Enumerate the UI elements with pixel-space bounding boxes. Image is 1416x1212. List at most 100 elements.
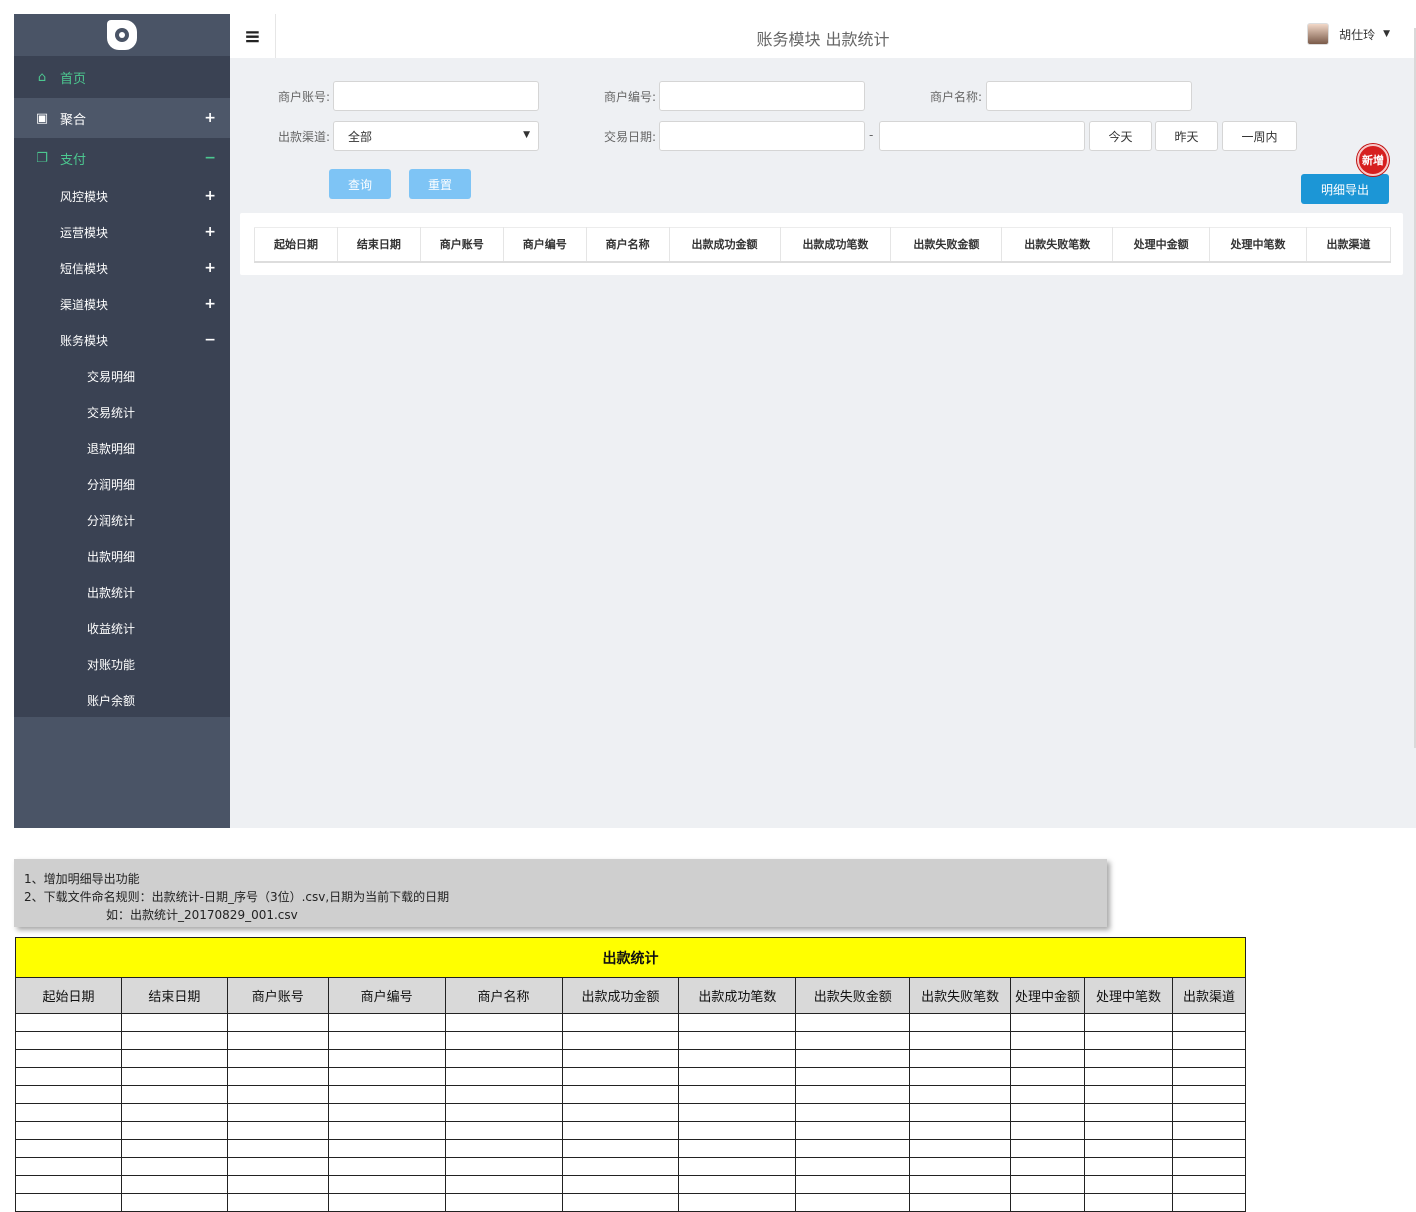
sheet-cell xyxy=(561,1013,680,1032)
collapse-icon[interactable]: − xyxy=(204,150,216,166)
sheet-cell xyxy=(1084,1175,1173,1194)
export-detail-button[interactable]: 明细导出 xyxy=(1301,174,1389,204)
logo-icon xyxy=(107,20,137,50)
merchant-name-input[interactable] xyxy=(986,81,1192,111)
money-icon: ▣ xyxy=(35,110,49,126)
sheet-cell xyxy=(327,1157,446,1176)
sheet-cell xyxy=(444,1139,563,1158)
sheet-cell xyxy=(678,1049,797,1068)
user-menu[interactable]: 胡仕玲 ▼ xyxy=(1307,23,1390,45)
page-title: 账务模块 出款统计 xyxy=(756,30,890,49)
top-header: ≡ 账务模块 出款统计 胡仕玲 ▼ xyxy=(230,14,1416,58)
sheet-cell xyxy=(1171,1013,1247,1032)
sidebar-item-pay[interactable]: ❐ 支付 − xyxy=(14,138,230,178)
sidebar-leaf-item[interactable]: 交易明细 xyxy=(14,358,230,394)
start-date-input[interactable] xyxy=(659,121,865,151)
sidebar-leaf-item[interactable]: 出款明细 xyxy=(14,538,230,574)
sidebar-item-juhe[interactable]: ▣ 聚合 + xyxy=(14,98,230,138)
query-button[interactable]: 查询 xyxy=(329,169,391,199)
sheet-cell xyxy=(226,1049,329,1068)
sheet-cell xyxy=(678,1139,797,1158)
week-button[interactable]: 一周内 xyxy=(1222,121,1297,151)
yesterday-button[interactable]: 昨天 xyxy=(1155,121,1218,151)
sheet-row xyxy=(15,1085,1247,1104)
toggle-icon[interactable]: + xyxy=(204,224,216,240)
column-header: 商户名称 xyxy=(586,227,670,263)
note-line: 1、增加明细导出功能 xyxy=(24,872,140,886)
sheet-cell xyxy=(120,1031,228,1050)
sheet-cell xyxy=(561,1049,680,1068)
sidebar-subitem[interactable]: 运营模块 + xyxy=(14,214,230,250)
chevron-down-icon: ▼ xyxy=(523,130,530,140)
sheet-cell xyxy=(561,1031,680,1050)
sheet-cell xyxy=(226,1013,329,1032)
sheet-cell xyxy=(226,1175,329,1194)
copy-icon: ❐ xyxy=(36,150,48,166)
reset-button[interactable]: 重置 xyxy=(409,169,471,199)
sheet-cell xyxy=(678,1121,797,1140)
sidebar-leaf-item[interactable]: 账户余额 xyxy=(14,682,230,718)
sidebar-leaf-item[interactable]: 对账功能 xyxy=(14,646,230,682)
sheet-cell xyxy=(15,1085,122,1104)
sidebar-subitem[interactable]: 风控模块 + xyxy=(14,178,230,214)
toggle-icon[interactable]: + xyxy=(204,188,216,204)
sheet-cell xyxy=(1010,1193,1086,1212)
sheet-cell xyxy=(120,1085,228,1104)
sheet-cell xyxy=(909,1175,1012,1194)
sheet-cell xyxy=(1010,1157,1086,1176)
expand-icon[interactable]: + xyxy=(204,110,216,126)
sheet-cell xyxy=(795,1103,911,1122)
sidebar-leaf-item[interactable]: 交易统计 xyxy=(14,394,230,430)
merchant-account-input[interactable] xyxy=(333,81,539,111)
sheet-cell xyxy=(1010,1085,1086,1104)
sheet-cell xyxy=(1171,1139,1247,1158)
sidebar-leaf-item[interactable]: 收益统计 xyxy=(14,610,230,646)
sidebar-subitem-label: 风控模块 xyxy=(60,189,109,204)
sheet-cell xyxy=(795,1121,911,1140)
toggle-icon[interactable]: + xyxy=(204,296,216,312)
sheet-cell xyxy=(327,1067,446,1086)
merchant-id-input[interactable] xyxy=(659,81,865,111)
channel-label: 出款渠道: xyxy=(277,130,330,144)
sheet-row xyxy=(15,1013,1247,1032)
sheet-cell xyxy=(15,1139,122,1158)
sidebar-leaf-item[interactable]: 退款明细 xyxy=(14,430,230,466)
column-header: 处理中金额 xyxy=(1112,227,1211,263)
sheet-row xyxy=(15,1175,1247,1194)
sheet-cell xyxy=(1010,1175,1086,1194)
sidebar-subitem[interactable]: 账务模块 − xyxy=(14,322,230,358)
end-date-input[interactable] xyxy=(879,121,1085,151)
sheet-title: 出款统计 xyxy=(15,937,1246,978)
sheet-cell xyxy=(1084,1031,1173,1050)
sheet-cell xyxy=(120,1049,228,1068)
sheet-cell xyxy=(1171,1193,1247,1212)
sheet-cell xyxy=(795,1085,911,1104)
sheet-cell xyxy=(120,1103,228,1122)
sidebar-leaf-item[interactable]: 出款统计 xyxy=(14,574,230,610)
note-line: 2、下载文件命名规则：出款统计-日期_序号（3位）.csv,日期为当前下载的日期 xyxy=(24,890,450,904)
sheet-cell xyxy=(1171,1031,1247,1050)
toggle-icon[interactable]: + xyxy=(204,260,216,276)
sheet-row xyxy=(15,1139,1247,1158)
sheet-cell xyxy=(678,1031,797,1050)
logo[interactable] xyxy=(14,14,230,56)
sidebar-item-home[interactable]: ⌂ 首页 xyxy=(14,56,230,98)
sidebar-subitem[interactable]: 短信模块 + xyxy=(14,250,230,286)
sheet-row xyxy=(15,1193,1247,1212)
sheet-cell xyxy=(909,1193,1012,1212)
channel-select[interactable]: 全部 ▼ xyxy=(333,121,539,151)
toggle-icon[interactable]: − xyxy=(204,332,216,348)
sheet-cell xyxy=(444,1175,563,1194)
sidebar-subitem-label: 渠道模块 xyxy=(60,297,109,312)
trade-date-label: 交易日期: xyxy=(603,130,656,144)
sheet-cell xyxy=(120,1013,228,1032)
sheet-cell xyxy=(561,1139,680,1158)
sidebar-subitem[interactable]: 渠道模块 + xyxy=(14,286,230,322)
sheet-cell xyxy=(444,1103,563,1122)
today-button[interactable]: 今天 xyxy=(1089,121,1152,151)
avatar xyxy=(1307,23,1330,45)
sheet-cell xyxy=(444,1049,563,1068)
sheet-row xyxy=(15,1067,1247,1086)
sidebar-leaf-item[interactable]: 分润明细 xyxy=(14,466,230,502)
sidebar-leaf-item[interactable]: 分润统计 xyxy=(14,502,230,538)
